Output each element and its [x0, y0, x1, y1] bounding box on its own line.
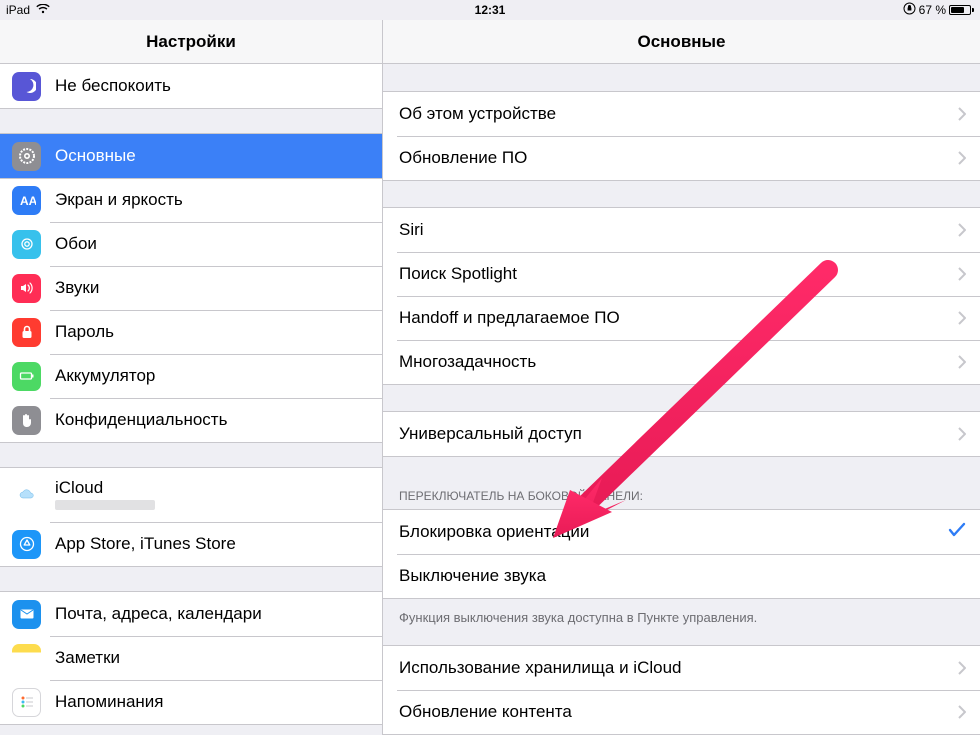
row-label: Блокировка ориентации [399, 522, 948, 542]
detail-title: Основные [383, 20, 980, 64]
row-label: Handoff и предлагаемое ПО [399, 308, 958, 328]
detail-pane: Основные Об этом устройстве Обновление П… [383, 20, 980, 735]
chevron-right-icon [958, 223, 966, 237]
row-software-update[interactable]: Обновление ПО [383, 136, 980, 180]
chevron-right-icon [958, 355, 966, 369]
chevron-right-icon [958, 427, 966, 441]
battery-icon [12, 362, 41, 391]
sidebar-item-reminders[interactable]: Напоминания [0, 680, 382, 724]
wifi-icon [36, 3, 50, 17]
row-handoff[interactable]: Handoff и предлагаемое ПО [383, 296, 980, 340]
check-icon [948, 521, 966, 544]
sidebar-item-privacy[interactable]: Конфиденциальность [0, 398, 382, 442]
device-label: iPad [6, 3, 30, 17]
sidebar-item-wallpaper[interactable]: Обои [0, 222, 382, 266]
sidebar-item-label: Почта, адреса, календари [55, 604, 368, 624]
row-label: Об этом устройстве [399, 104, 958, 124]
chevron-right-icon [958, 267, 966, 281]
sidebar-item-general[interactable]: Основные [0, 134, 382, 178]
sidebar-item-label: Конфиденциальность [55, 410, 368, 430]
row-label: Многозадачность [399, 352, 958, 372]
hand-icon [12, 406, 41, 435]
sidebar-item-label: Напоминания [55, 692, 368, 712]
chevron-right-icon [958, 107, 966, 121]
sidebar-item-label: Аккумулятор [55, 366, 368, 386]
sidebar-item-icloud[interactable]: iCloud [0, 468, 382, 522]
gear-icon [12, 142, 41, 171]
mail-icon [12, 600, 41, 629]
chevron-right-icon [958, 661, 966, 675]
sidebar-item-appstore[interactable]: App Store, iTunes Store [0, 522, 382, 566]
row-label: Поиск Spotlight [399, 264, 958, 284]
reminders-icon [12, 688, 41, 717]
sidebar-item-mail[interactable]: Почта, адреса, календари [0, 592, 382, 636]
display-icon: AA [12, 186, 41, 215]
row-label: Универсальный доступ [399, 424, 958, 444]
side-switch-header: ПЕРЕКЛЮЧАТЕЛЬ НА БОКОВОЙ ПАНЕЛИ: [383, 483, 980, 509]
sidebar-item-notes[interactable]: Заметки [0, 636, 382, 680]
sidebar-item-label: App Store, iTunes Store [55, 534, 368, 554]
icloud-icon [12, 481, 41, 510]
speaker-icon [12, 274, 41, 303]
row-about[interactable]: Об этом устройстве [383, 92, 980, 136]
row-mute[interactable]: Выключение звука [383, 554, 980, 598]
row-label: Выключение звука [399, 566, 966, 586]
row-label: Обновление контента [399, 702, 958, 722]
sidebar-title: Настройки [0, 20, 382, 64]
sidebar-item-label: Звуки [55, 278, 368, 298]
notes-icon [12, 644, 41, 673]
sidebar-item-display[interactable]: AA Экран и яркость [0, 178, 382, 222]
chevron-right-icon [958, 151, 966, 165]
icloud-account [55, 499, 368, 513]
status-time: 12:31 [475, 3, 506, 17]
appstore-icon [12, 530, 41, 559]
svg-text:AA: AA [20, 194, 36, 208]
sidebar-item-label: Основные [55, 146, 368, 166]
sidebar-item-dnd[interactable]: Не беспокоить [0, 64, 382, 108]
settings-sidebar: Настройки Не беспокоить Основные [0, 20, 383, 735]
orientation-lock-icon [903, 2, 916, 18]
row-siri[interactable]: Siri [383, 208, 980, 252]
sidebar-item-passcode[interactable]: Пароль [0, 310, 382, 354]
row-label: Siri [399, 220, 958, 240]
row-label: Использование хранилища и iCloud [399, 658, 958, 678]
row-storage[interactable]: Использование хранилища и iCloud [383, 646, 980, 690]
chevron-right-icon [958, 311, 966, 325]
row-background-refresh[interactable]: Обновление контента [383, 690, 980, 734]
row-multitasking[interactable]: Многозадачность [383, 340, 980, 384]
sidebar-item-label: Не беспокоить [55, 76, 368, 96]
lock-icon [12, 318, 41, 347]
moon-icon [12, 72, 41, 101]
row-label: Обновление ПО [399, 148, 958, 168]
wallpaper-icon [12, 230, 41, 259]
sidebar-item-label: Заметки [55, 648, 368, 668]
sidebar-item-label: Пароль [55, 322, 368, 342]
row-lock-rotation[interactable]: Блокировка ориентации [383, 510, 980, 554]
sidebar-item-sounds[interactable]: Звуки [0, 266, 382, 310]
status-bar: iPad 12:31 67 % [0, 0, 980, 20]
side-switch-footer: Функция выключения звука доступна в Пунк… [383, 603, 980, 645]
row-accessibility[interactable]: Универсальный доступ [383, 412, 980, 456]
sidebar-item-label: Экран и яркость [55, 190, 368, 210]
sidebar-item-battery[interactable]: Аккумулятор [0, 354, 382, 398]
sidebar-item-label: Обои [55, 234, 368, 254]
battery-icon [949, 5, 974, 15]
battery-percent: 67 % [919, 3, 946, 17]
sidebar-item-label: iCloud [55, 478, 368, 498]
row-spotlight[interactable]: Поиск Spotlight [383, 252, 980, 296]
chevron-right-icon [958, 705, 966, 719]
